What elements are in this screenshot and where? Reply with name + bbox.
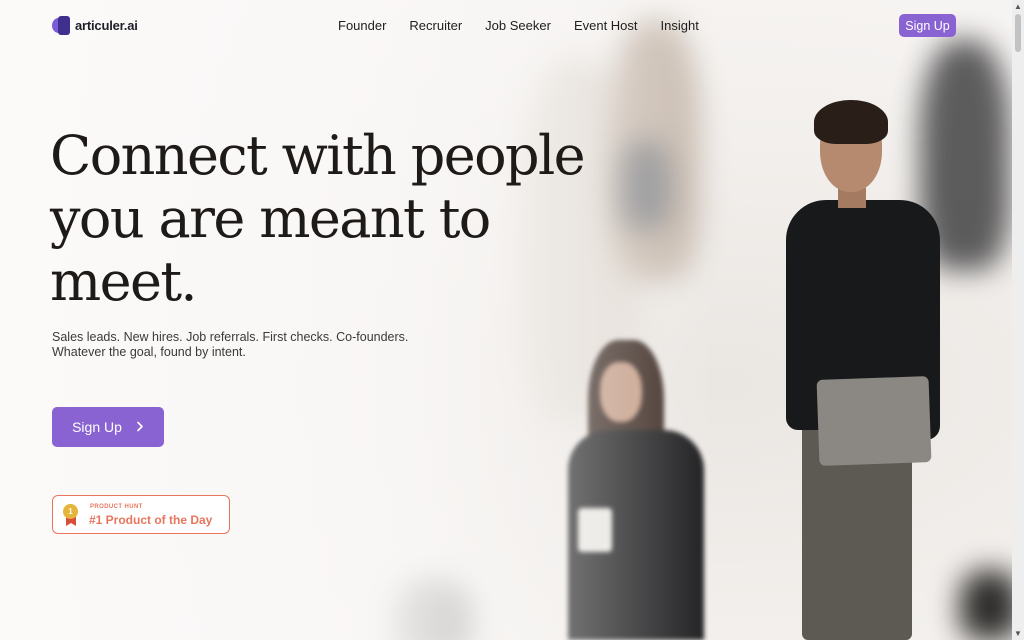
brand-logo[interactable]: articuler.ai <box>52 16 138 35</box>
hero-person-with-laptop <box>780 100 950 640</box>
hero-subtitle: Sales leads. New hires. Job referrals. F… <box>52 330 408 360</box>
scrollbar-thumb[interactable] <box>1015 14 1021 52</box>
nav-link-job-seeker[interactable]: Job Seeker <box>485 18 551 33</box>
headline-line: Connect with people <box>50 124 586 187</box>
brand-name: articuler.ai <box>75 18 138 33</box>
product-hunt-badge[interactable]: 1 PRODUCT HUNT #1 Product of the Day <box>52 495 230 534</box>
badge-title: #1 Product of the Day <box>89 513 213 527</box>
chevron-right-icon <box>136 420 144 435</box>
nav-link-event-host[interactable]: Event Host <box>574 18 638 33</box>
nav-link-recruiter[interactable]: Recruiter <box>409 18 462 33</box>
hero-sign-up-button[interactable]: Sign Up <box>52 407 164 447</box>
page-scrollbar[interactable]: ▲ ▼ <box>1012 0 1024 640</box>
nav-links: Founder Recruiter Job Seeker Event Host … <box>338 18 699 33</box>
articuler-logo-icon <box>52 16 71 35</box>
subtitle-line: Whatever the goal, found by intent. <box>52 345 246 359</box>
scroll-up-arrow-icon[interactable]: ▲ <box>1014 2 1022 11</box>
headline-line: you are meant to <box>50 187 491 250</box>
nav-sign-up-button[interactable]: Sign Up <box>899 14 956 37</box>
hero-sign-up-label: Sign Up <box>72 419 122 435</box>
scroll-down-arrow-icon[interactable]: ▼ <box>1014 629 1022 638</box>
nav-link-insight[interactable]: Insight <box>661 18 699 33</box>
medal-icon: 1 <box>63 504 79 526</box>
landing-page: articuler.ai Founder Recruiter Job Seeke… <box>0 0 1024 640</box>
top-nav: articuler.ai Founder Recruiter Job Seeke… <box>0 0 1024 52</box>
nav-link-founder[interactable]: Founder <box>338 18 386 33</box>
hero-headline: Connect with people you are meant to mee… <box>50 124 590 313</box>
badge-kicker: PRODUCT HUNT <box>90 504 143 510</box>
hero-background-photo <box>0 0 1024 640</box>
headline-line: meet. <box>50 250 198 313</box>
subtitle-line: Sales leads. New hires. Job referrals. F… <box>52 330 409 344</box>
